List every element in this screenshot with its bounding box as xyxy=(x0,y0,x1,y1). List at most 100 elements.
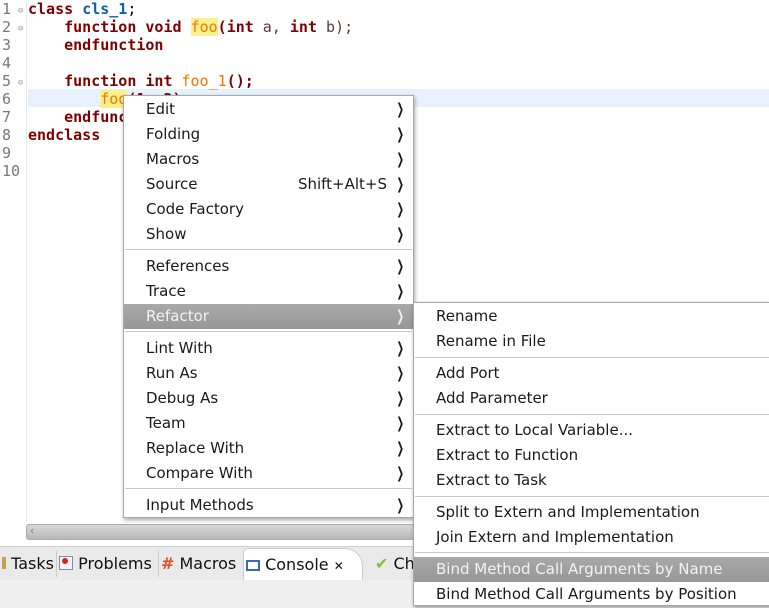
refactor-submenu: Rename Rename in File Add Port Add Paramete… xyxy=(413,302,769,606)
menu-item-input-methods[interactable]: Input Methods ❯ xyxy=(124,493,413,518)
menu-item-label: Edit xyxy=(146,100,176,118)
menu-item-extract-to-function[interactable]: Extract to Function xyxy=(414,443,769,468)
class-name: cls_1 xyxy=(82,0,128,18)
submenu-arrow-icon: ❯ xyxy=(396,257,405,275)
tab-label: Macros xyxy=(179,554,237,573)
menu-separator xyxy=(125,331,412,332)
menu-separator xyxy=(125,488,412,489)
menu-item-label: Split to Extern and Implementation xyxy=(436,503,700,521)
submenu-arrow-icon: ❯ xyxy=(396,364,405,382)
menu-item-add-port[interactable]: Add Port xyxy=(414,361,769,386)
close-icon[interactable]: ✕ xyxy=(334,559,344,573)
menu-item-bind-method-call-arguments-by-position[interactable]: Bind Method Call Arguments by Position xyxy=(414,582,769,607)
menu-item-label: Add Parameter xyxy=(436,389,548,407)
scroll-left-icon[interactable]: ‹ xyxy=(30,524,34,537)
menu-item-extract-to-task[interactable]: Extract to Task xyxy=(414,468,769,493)
menu-item-show[interactable]: Show ❯ xyxy=(124,222,413,247)
keyword: int xyxy=(226,18,254,36)
keyword: void xyxy=(145,18,182,36)
tab-problems[interactable]: Problems xyxy=(56,551,152,577)
code-line-8: endclass xyxy=(28,126,100,144)
tab-label: Console xyxy=(265,555,329,574)
function-name: foo_1 xyxy=(181,72,227,90)
code-line-2: function void foo(int a, int b); xyxy=(28,18,353,36)
menu-item-label: Source xyxy=(146,175,198,193)
line-number: 3 xyxy=(2,36,12,54)
punct: ( xyxy=(217,18,227,36)
keyword: endclass xyxy=(28,126,101,144)
line-number: 10 xyxy=(2,162,21,180)
menu-item-label: Compare With xyxy=(146,464,253,482)
keyword: int xyxy=(289,18,317,36)
param: b); xyxy=(317,18,354,36)
submenu-arrow-icon: ❯ xyxy=(396,282,405,300)
menu-item-team[interactable]: Team ❯ xyxy=(124,411,413,436)
menu-item-run-as[interactable]: Run As ❯ xyxy=(124,361,413,386)
menu-separator xyxy=(415,496,769,497)
menu-item-bind-method-call-arguments-by-name[interactable]: Bind Method Call Arguments by Name xyxy=(414,557,769,582)
menu-item-code-factory[interactable]: Code Factory ❯ xyxy=(124,197,413,222)
param: a, xyxy=(253,18,290,36)
menu-item-refactor[interactable]: Refactor ❯ xyxy=(124,304,413,329)
menu-item-label: Lint With xyxy=(146,339,213,357)
menu-item-folding[interactable]: Folding ❯ xyxy=(124,122,413,147)
tab-tasks[interactable]: Tasks xyxy=(0,551,54,577)
punct: ; xyxy=(127,0,137,18)
menu-item-trace[interactable]: Trace ❯ xyxy=(124,279,413,304)
submenu-arrow-icon: ❯ xyxy=(396,100,405,118)
menu-item-label: Extract to Task xyxy=(436,471,547,489)
punct: (); xyxy=(226,72,254,90)
menu-item-label: Extract to Local Variable... xyxy=(436,421,633,439)
menu-item-label: Team xyxy=(146,414,186,432)
menu-item-references[interactable]: References ❯ xyxy=(124,254,413,279)
shortcut-label: Shift+Alt+S xyxy=(297,175,387,193)
menu-item-label: Refactor xyxy=(146,307,209,325)
console-icon xyxy=(246,560,260,571)
submenu-arrow-icon: ❯ xyxy=(396,150,405,168)
menu-item-join-extern-and-implementation[interactable]: Join Extern and Implementation xyxy=(414,525,769,550)
tab-macros[interactable]: # Macros xyxy=(158,551,236,577)
menu-item-replace-with[interactable]: Replace With ❯ xyxy=(124,436,413,461)
menu-item-label: Run As xyxy=(146,364,198,382)
menu-item-compare-with[interactable]: Compare With ❯ xyxy=(124,461,413,486)
hash-icon: # xyxy=(161,554,175,573)
menu-item-label: Replace With xyxy=(146,439,245,457)
code-line-1: class cls_1; xyxy=(28,0,136,18)
checkmark-icon: ✔ xyxy=(375,554,389,573)
menu-item-edit[interactable]: Edit ❯ xyxy=(124,97,413,122)
line-number: 5 ⊖ xyxy=(2,72,24,90)
menu-item-rename[interactable]: Rename xyxy=(414,304,769,329)
submenu-arrow-icon: ❯ xyxy=(396,414,405,432)
tab-label: Tasks xyxy=(11,554,54,573)
menu-item-label: Bind Method Call Arguments by Name xyxy=(436,560,723,578)
line-number: 1 ⊖ xyxy=(2,0,24,18)
menu-item-rename-in-file[interactable]: Rename in File xyxy=(414,329,769,354)
menu-item-debug-as[interactable]: Debug As ❯ xyxy=(124,386,413,411)
menu-separator xyxy=(415,357,769,358)
submenu-arrow-icon: ❯ xyxy=(396,225,405,243)
menu-item-label: Extract to Function xyxy=(436,446,579,464)
line-number: 8 xyxy=(2,126,12,144)
submenu-arrow-icon: ❯ xyxy=(396,439,405,457)
line-number: 4 xyxy=(2,54,12,72)
horizontal-scrollbar[interactable]: ‹ xyxy=(26,524,426,540)
problems-icon xyxy=(59,556,73,570)
menu-item-add-parameter[interactable]: Add Parameter xyxy=(414,386,769,411)
menu-item-extract-to-local-variable[interactable]: Extract to Local Variable... xyxy=(414,418,769,443)
keyword: function xyxy=(64,72,137,90)
menu-item-label: Rename xyxy=(436,307,498,325)
menu-separator xyxy=(415,552,769,553)
menu-item-label: Folding xyxy=(146,125,201,143)
menu-item-macros[interactable]: Macros ❯ xyxy=(124,147,413,172)
menu-item-split-to-extern-and-implementation[interactable]: Split to Extern and Implementation xyxy=(414,500,769,525)
tab-ch[interactable]: ✔ Ch xyxy=(373,551,415,577)
tab-console[interactable]: Console ✕ xyxy=(243,548,363,581)
tab-label: Problems xyxy=(78,554,152,573)
submenu-arrow-icon: ❯ xyxy=(396,125,405,143)
menu-item-label: Trace xyxy=(146,282,186,300)
menu-item-lint-with[interactable]: Lint With ❯ xyxy=(124,336,413,361)
menu-item-source[interactable]: Source Shift+Alt+S ❯ xyxy=(124,172,413,197)
line-number: 6 xyxy=(2,90,12,108)
menu-item-label: Macros xyxy=(146,150,200,168)
menu-separator xyxy=(415,414,769,415)
